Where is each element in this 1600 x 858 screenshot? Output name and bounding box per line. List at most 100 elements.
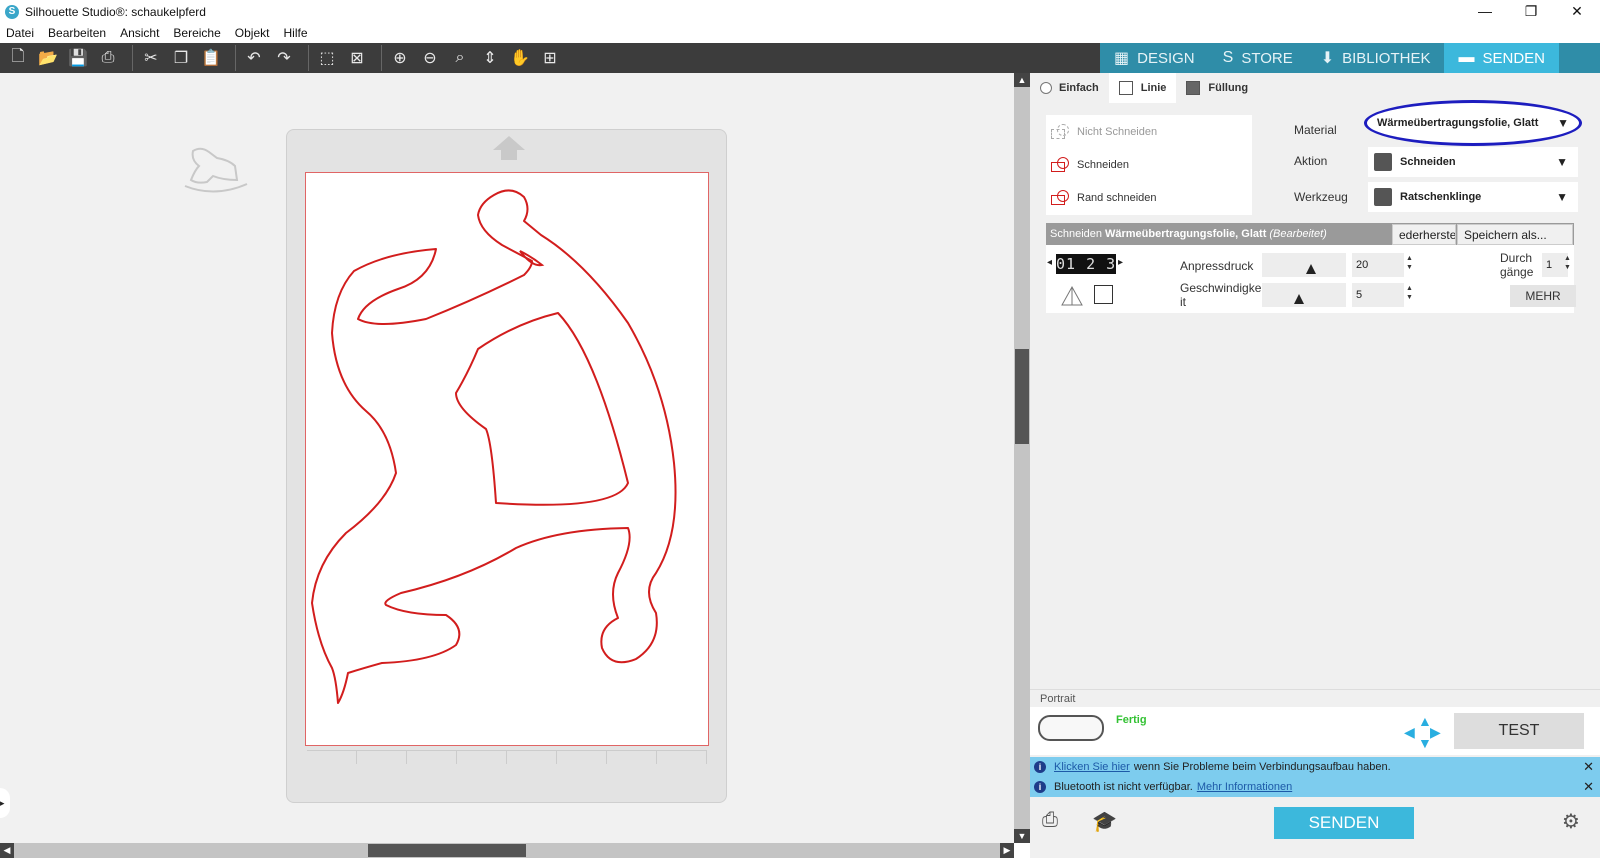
werkzeug-label: Werkzeug <box>1294 190 1348 204</box>
close-button[interactable]: ✕ <box>1554 0 1600 23</box>
dropdown-arrow-icon: ▼ <box>1557 116 1569 130</box>
redo-icon[interactable]: ↷ <box>272 46 296 70</box>
click-here-link[interactable]: Klicken Sie hier <box>1054 761 1130 773</box>
blade-triangle-icon <box>1061 285 1083 306</box>
close-icon[interactable]: ✕ <box>1583 779 1594 795</box>
download-icon: ⬇ <box>1320 50 1335 67</box>
anpressdruck-input[interactable]: 20 <box>1352 253 1404 277</box>
action-schneiden[interactable]: Schneiden <box>1046 148 1252 181</box>
slider-knob-icon[interactable] <box>1294 294 1304 304</box>
gear-icon[interactable]: ⚙ <box>1562 809 1580 834</box>
move-blade-arrows-icon[interactable]: ▲ ◀ ▶ ▼ <box>1404 713 1444 751</box>
portrait-cutter-icon[interactable] <box>1038 715 1104 741</box>
rocking-horse-cut-path[interactable] <box>306 173 710 747</box>
zoom-select-icon[interactable]: ⌕ <box>448 46 472 70</box>
new-file-icon[interactable]: 🗋 <box>6 46 30 70</box>
select-all-icon[interactable]: ⬚ <box>315 46 339 70</box>
save-as-button[interactable]: Speichern als... <box>1457 224 1573 245</box>
mode-fuellung[interactable]: Füllung <box>1176 73 1258 103</box>
vertical-scrollbar[interactable]: ▲ ▼ <box>1014 73 1030 843</box>
blade-preview-checkbox[interactable] <box>1094 285 1113 304</box>
durchgaenge-spinner-icon[interactable]: ▲ ▼ <box>1564 254 1571 272</box>
tab-store[interactable]: S STORE <box>1209 43 1307 73</box>
cut-page <box>305 172 709 746</box>
device-name: Portrait <box>1030 689 1600 707</box>
blade-depth-increase-icon[interactable]: ▸ <box>1118 257 1123 268</box>
scroll-left-icon[interactable]: ◀ <box>0 843 14 858</box>
zoom-out-icon[interactable]: ⊖ <box>418 46 442 70</box>
tab-design[interactable]: ▦ DESIGN <box>1100 43 1209 73</box>
material-label: Material <box>1294 123 1337 137</box>
cut-icon[interactable]: ✂ <box>139 46 163 70</box>
menu-bereiche[interactable]: Bereiche <box>173 26 220 40</box>
deselect-icon[interactable]: ⊠ <box>345 46 369 70</box>
rocking-horse-thumbnail-icon[interactable] <box>183 146 249 201</box>
save-icon[interactable]: 💾 <box>66 46 90 70</box>
anpressdruck-slider[interactable] <box>1262 253 1346 277</box>
mode-einfach[interactable]: Einfach <box>1030 73 1109 103</box>
workspace-tabs: ▦ DESIGN S STORE ⬇ BIBLIOTHEK ▬ SENDEN <box>1100 43 1600 73</box>
undo-icon[interactable]: ↶ <box>242 46 266 70</box>
tab-bibliothek[interactable]: ⬇ BIBLIOTHEK <box>1307 43 1445 73</box>
blade-depth-decrease-icon[interactable]: ◂ <box>1047 257 1052 268</box>
print-icon[interactable]: ⎙ <box>96 46 120 70</box>
device-queue-icon[interactable]: ⎙ <box>1042 809 1058 832</box>
menu-hilfe[interactable]: Hilfe <box>283 26 307 40</box>
ratchet-blade-icon <box>1374 188 1392 206</box>
geschwindigkeit-spinner-icon[interactable]: ▲ ▼ <box>1406 284 1413 302</box>
anpressdruck-spinner-icon[interactable]: ▲ ▼ <box>1406 254 1413 272</box>
copy-icon[interactable]: ❐ <box>169 46 193 70</box>
mat-ruler <box>307 750 707 764</box>
scroll-down-icon[interactable]: ▼ <box>1014 829 1030 843</box>
restore-defaults-button[interactable]: ederherstel <box>1392 224 1456 245</box>
anpressdruck-label: Anpressdruck <box>1180 259 1254 273</box>
open-folder-icon[interactable]: 📂 <box>36 46 60 70</box>
cut-edge-shape-icon <box>1051 189 1071 206</box>
zoom-in-icon[interactable]: ⊕ <box>388 46 412 70</box>
vertical-scroll-thumb[interactable] <box>1015 349 1029 444</box>
tab-senden[interactable]: ▬ SENDEN <box>1444 43 1559 73</box>
more-info-link[interactable]: Mehr Informationen <box>1197 781 1292 793</box>
move-arrows-icon[interactable]: ⇕ <box>478 46 502 70</box>
info-icon: i <box>1034 781 1046 793</box>
test-button[interactable]: TEST <box>1454 713 1584 749</box>
pan-hand-icon[interactable]: ✋ <box>508 46 532 70</box>
menu-bearbeiten[interactable]: Bearbeiten <box>48 26 106 40</box>
scroll-right-icon[interactable]: ▶ <box>1000 843 1014 858</box>
mehr-button[interactable]: MEHR <box>1510 285 1576 307</box>
menu-ansicht[interactable]: Ansicht <box>120 26 159 40</box>
action-nicht-schneiden[interactable]: Nicht Schneiden <box>1046 115 1252 148</box>
horizontal-scroll-thumb[interactable] <box>368 844 526 857</box>
minimize-button[interactable]: — <box>1462 0 1508 23</box>
blade-icon <box>1374 153 1392 171</box>
material-select[interactable]: Wärmeübertragungsfolie, Glatt ▼ <box>1364 100 1582 146</box>
horizontal-scrollbar[interactable]: ◀ ▶ <box>0 843 1014 858</box>
menu-objekt[interactable]: Objekt <box>235 26 270 40</box>
cutting-mat <box>286 129 727 803</box>
window-title: Silhouette Studio®: schaukelpferd <box>25 4 206 19</box>
werkzeug-select[interactable]: Ratschenklinge ▼ <box>1368 182 1578 212</box>
design-canvas[interactable] <box>0 73 1014 843</box>
close-icon[interactable]: ✕ <box>1583 759 1594 775</box>
blade-depth-display[interactable]: 01 2 34 <box>1056 254 1116 274</box>
send-mode-tabs: Einfach Linie Füllung <box>1030 73 1600 103</box>
grid-icon: ▦ <box>1114 50 1130 67</box>
mode-linie[interactable]: Linie <box>1108 73 1177 103</box>
title-bar: S Silhouette Studio®: schaukelpferd — ❐ … <box>0 0 1600 23</box>
paste-icon[interactable]: 📋 <box>199 46 223 70</box>
toolbar-divider <box>381 45 382 71</box>
action-rand-schneiden[interactable]: Rand schneiden <box>1046 181 1252 214</box>
geschwindigkeit-slider[interactable] <box>1262 283 1346 307</box>
scroll-up-icon[interactable]: ▲ <box>1014 73 1030 87</box>
no-cut-shape-icon <box>1051 123 1071 140</box>
tutorial-graduation-cap-icon[interactable]: 🎓 <box>1092 809 1117 834</box>
slider-knob-icon[interactable] <box>1306 264 1316 274</box>
restore-button[interactable]: ❐ <box>1508 0 1554 23</box>
fit-page-icon[interactable]: ⊞ <box>538 46 562 70</box>
senden-button[interactable]: SENDEN <box>1274 807 1414 839</box>
aktion-select[interactable]: Schneiden ▼ <box>1368 147 1578 177</box>
toolbar-divider <box>132 45 133 71</box>
geschwindigkeit-input[interactable]: 5 <box>1352 283 1404 307</box>
menu-datei[interactable]: Datei <box>6 26 34 40</box>
info-bar-bluetooth: i Bluetooth ist nicht verfügbar. Mehr In… <box>1030 777 1600 797</box>
